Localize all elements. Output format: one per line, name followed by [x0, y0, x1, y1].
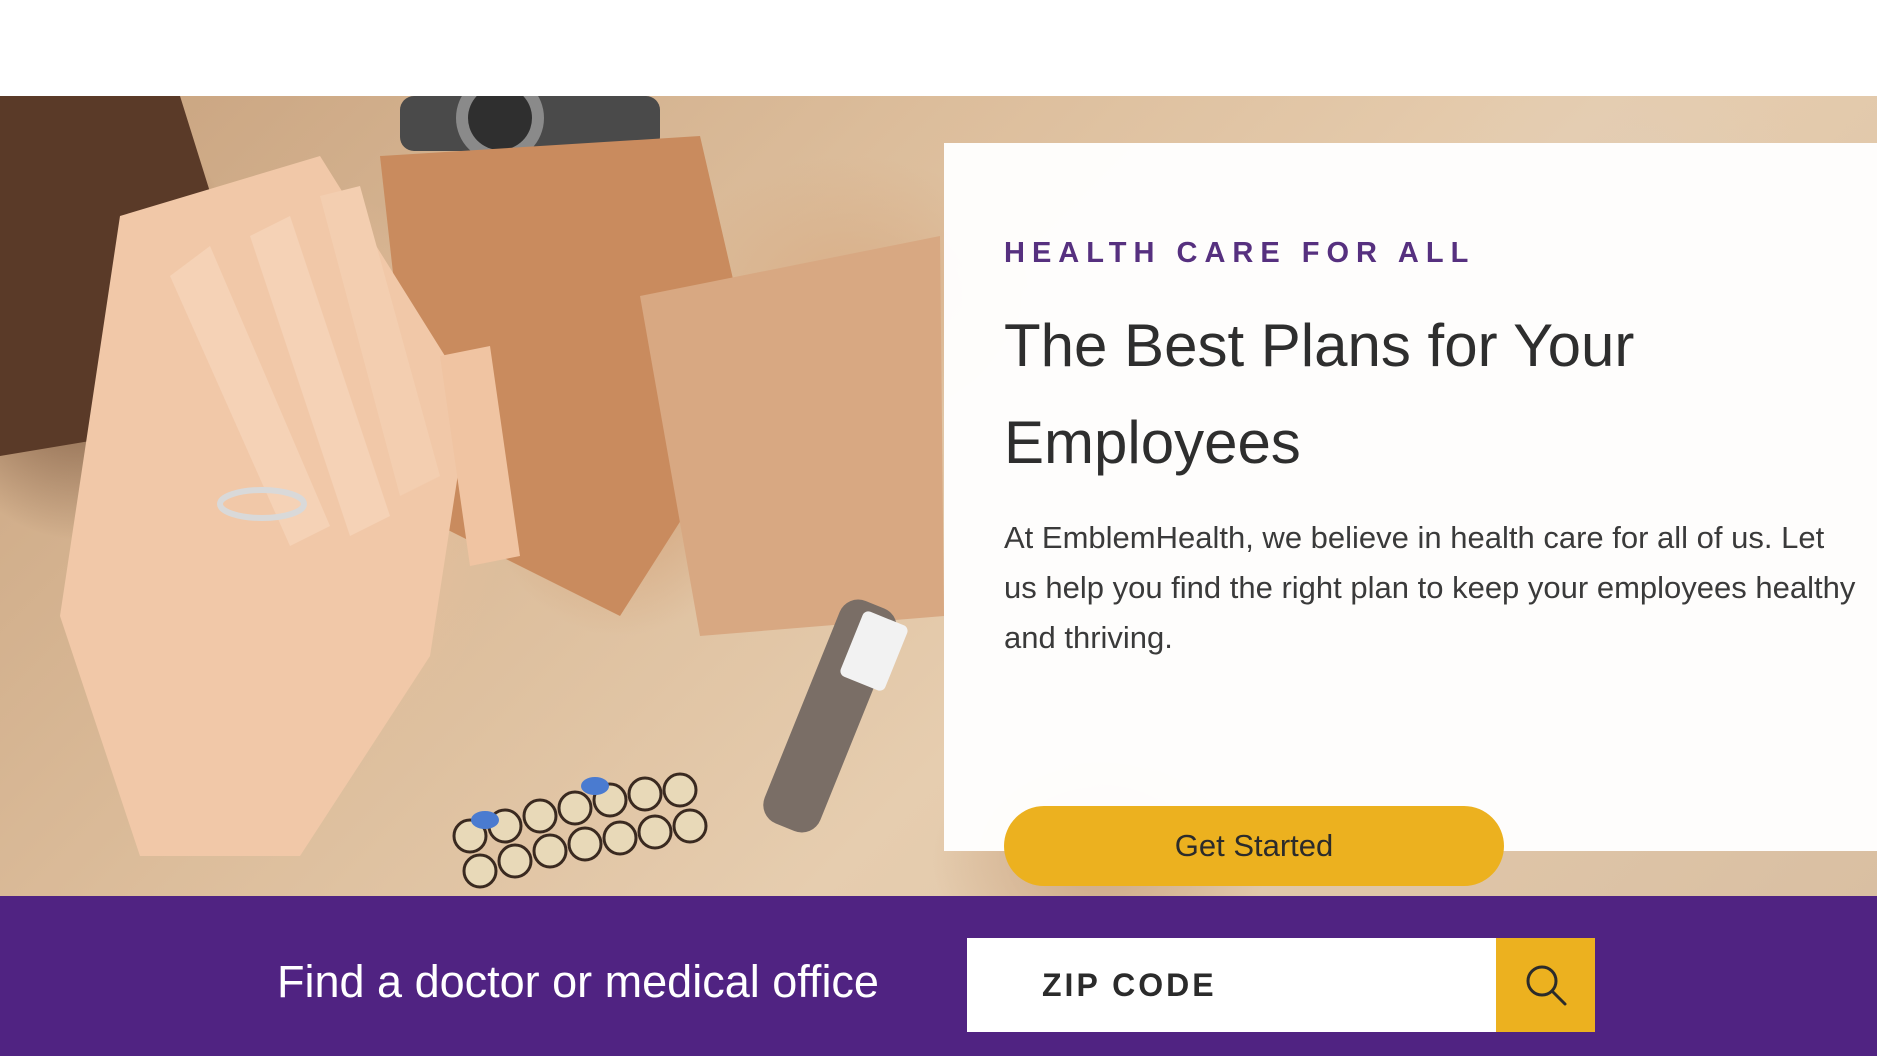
zip-code-input[interactable] — [967, 938, 1496, 1032]
hero-description: At EmblemHealth, we believe in health ca… — [1004, 520, 1856, 655]
get-started-button[interactable]: Get Started — [1004, 806, 1504, 886]
hero-eyebrow: HEALTH CARE FOR ALL — [1004, 237, 1476, 269]
find-doctor-bar: Find a doctor or medical office — [0, 896, 1877, 1056]
find-doctor-label: Find a doctor or medical office — [277, 956, 879, 1007]
hero-section: HEALTH CARE FOR ALL The Best Plans for Y… — [0, 96, 1877, 896]
search-icon — [1523, 962, 1569, 1008]
hero-headline: The Best Plans for Your Employees — [1004, 312, 1635, 476]
hero-card: HEALTH CARE FOR ALL The Best Plans for Y… — [944, 143, 1877, 886]
page-header-band — [0, 0, 1877, 96]
search-button[interactable] — [1496, 938, 1595, 1032]
